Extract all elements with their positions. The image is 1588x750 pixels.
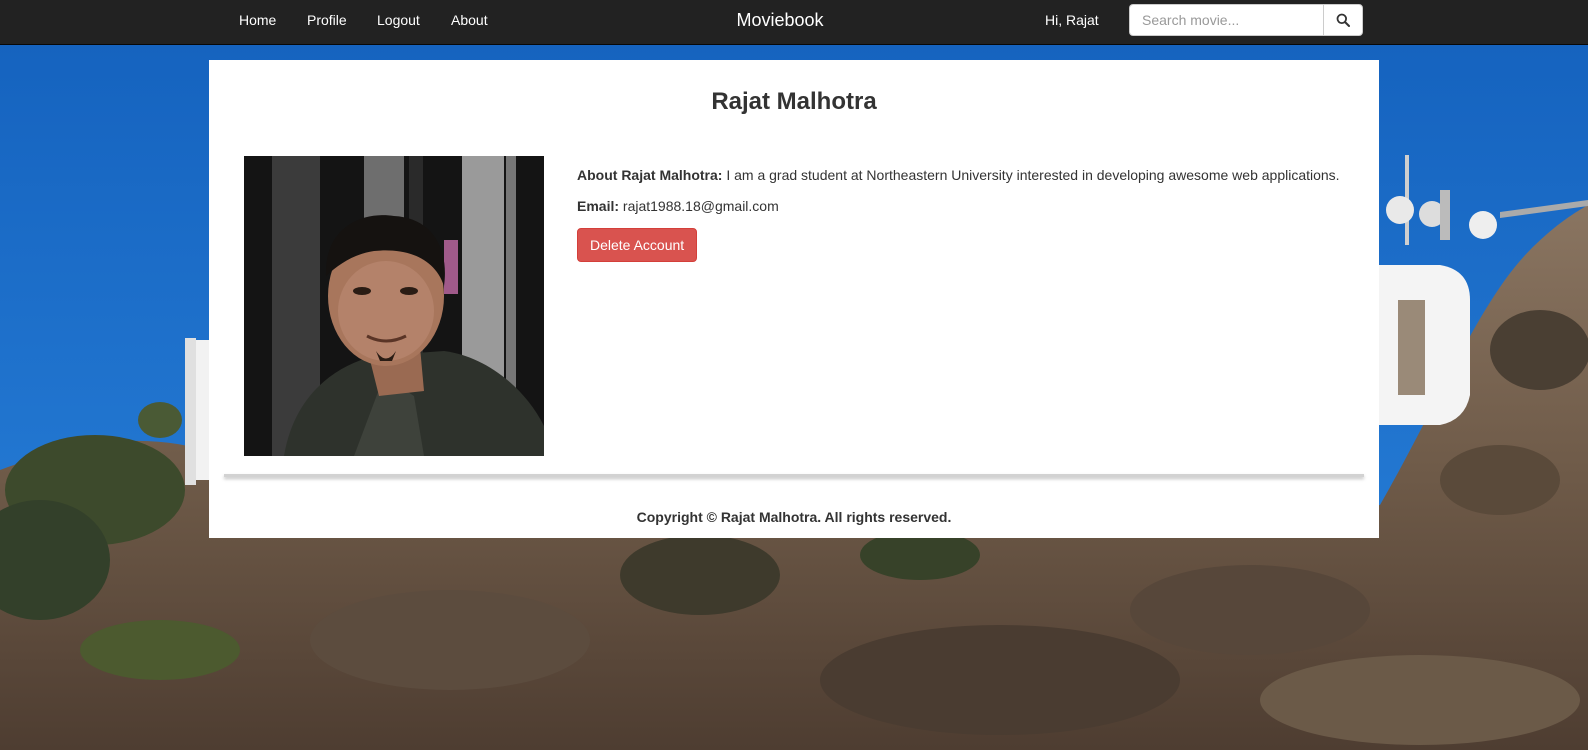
search-button[interactable] xyxy=(1323,4,1363,36)
email-label: Email: xyxy=(577,198,620,214)
about-row: About Rajat Malhotra: I am a grad studen… xyxy=(577,165,1367,185)
delete-account-button[interactable]: Delete Account xyxy=(577,228,698,262)
about-text: I am a grad student at Northeastern Univ… xyxy=(726,167,1340,183)
search-form xyxy=(1129,4,1363,36)
nav-link-profile[interactable]: Profile xyxy=(307,0,347,40)
user-greeting: Hi, Rajat xyxy=(1045,12,1099,28)
email-row: Email: rajat1988.18@gmail.com xyxy=(577,196,1367,216)
nav-link-home[interactable]: Home xyxy=(239,0,276,40)
profile-info: About Rajat Malhotra: I am a grad studen… xyxy=(577,165,1367,262)
footer-copyright: Copyright © Rajat Malhotra. All rights r… xyxy=(636,509,952,525)
brand-logo-link[interactable]: Moviebook xyxy=(700,0,860,40)
nav-link-about[interactable]: About xyxy=(451,0,488,40)
nav-link-logout[interactable]: Logout xyxy=(377,0,420,40)
search-input[interactable] xyxy=(1129,4,1323,36)
page-title: Rajat Malhotra xyxy=(711,88,877,115)
profile-photo-image xyxy=(244,156,544,456)
about-label: About Rajat Malhotra: xyxy=(577,167,723,183)
email-value: rajat1988.18@gmail.com xyxy=(622,198,779,214)
profile-card: Rajat Malhotra About Rajat Malhotra: I a… xyxy=(209,60,1379,538)
top-navbar: Home Profile Logout About Moviebook Hi, … xyxy=(0,0,1588,45)
footer-divider xyxy=(224,474,1364,477)
search-icon xyxy=(1336,13,1350,27)
profile-photo xyxy=(244,156,544,456)
